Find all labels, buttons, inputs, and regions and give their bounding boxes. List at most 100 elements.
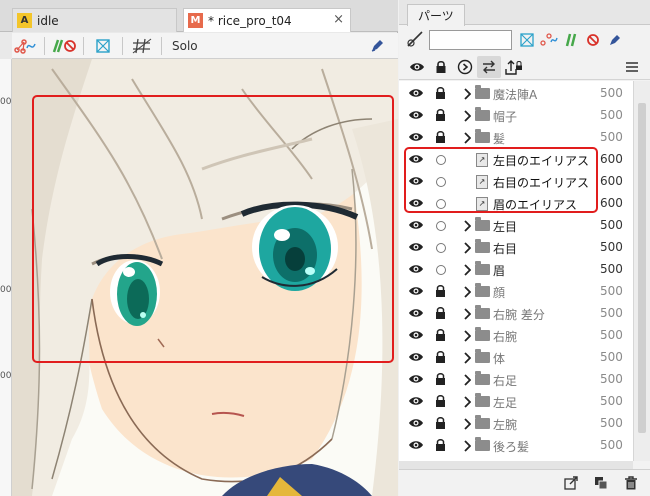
- visibility-eye-icon[interactable]: [408, 417, 424, 432]
- toggle-visibility-button[interactable]: [405, 56, 429, 78]
- parts-list: 魔法陣A 500 帽子 500 髪 500 ↗ 左目のエイリアス 600 ↗ 右目のエイリアス 600…: [399, 81, 633, 461]
- lock-icon[interactable]: [435, 108, 446, 125]
- parts-scrollbar[interactable]: [633, 81, 650, 461]
- visibility-eye-icon[interactable]: [408, 131, 424, 146]
- unlocked-circle-icon[interactable]: [436, 265, 446, 275]
- lock-icon[interactable]: [435, 350, 446, 367]
- glue-button[interactable]: [51, 35, 77, 57]
- folder-icon: [475, 371, 490, 385]
- part-row[interactable]: ↗ 眉のエイリアス 600: [399, 193, 633, 215]
- delete-button[interactable]: [620, 472, 642, 494]
- part-row[interactable]: ↗ 左目のエイリアス 600: [399, 149, 633, 171]
- expand-arrow-icon[interactable]: [463, 440, 472, 455]
- visibility-eye-icon[interactable]: [408, 329, 424, 344]
- visibility-eye-icon[interactable]: [408, 263, 424, 278]
- lock-icon[interactable]: [435, 394, 446, 411]
- part-row[interactable]: 眉 500: [399, 259, 633, 281]
- deform-path-button[interactable]: [12, 35, 38, 57]
- part-row[interactable]: 顔 500: [399, 281, 633, 303]
- lock-icon[interactable]: [435, 328, 446, 345]
- expand-button[interactable]: [453, 56, 477, 78]
- part-row[interactable]: 右腕 500: [399, 325, 633, 347]
- unlocked-circle-icon[interactable]: [436, 155, 446, 165]
- expand-arrow-icon[interactable]: [463, 110, 472, 125]
- lock-icon[interactable]: [435, 438, 446, 455]
- lock-icon[interactable]: [435, 284, 446, 301]
- panel-menu-button[interactable]: [620, 56, 644, 78]
- expand-arrow-icon[interactable]: [463, 396, 472, 411]
- lock-icon[interactable]: [435, 372, 446, 389]
- disable-filter-button[interactable]: [582, 29, 604, 51]
- visibility-eye-icon[interactable]: [408, 285, 424, 300]
- part-value: 600: [600, 196, 623, 210]
- expand-arrow-icon[interactable]: [463, 88, 472, 103]
- mesh-button[interactable]: [90, 35, 116, 57]
- visibility-eye-icon[interactable]: [408, 395, 424, 410]
- part-row[interactable]: 左目 500: [399, 215, 633, 237]
- pen-filter-button[interactable]: [604, 29, 626, 51]
- visibility-eye-icon[interactable]: [408, 175, 424, 190]
- unlocked-circle-icon[interactable]: [436, 199, 446, 209]
- part-name: 魔法陣A: [493, 88, 538, 102]
- expand-arrow-icon[interactable]: [463, 330, 472, 345]
- expand-arrow-icon[interactable]: [463, 132, 472, 147]
- part-row[interactable]: 右腕 差分 500: [399, 303, 633, 325]
- unlocked-circle-icon[interactable]: [436, 243, 446, 253]
- part-row[interactable]: 右目 500: [399, 237, 633, 259]
- part-row[interactable]: ↗ 右目のエイリアス 600: [399, 171, 633, 193]
- filter-icon[interactable]: [406, 30, 424, 48]
- visibility-eye-icon[interactable]: [408, 351, 424, 366]
- horizontal-scrollbar[interactable]: [399, 461, 633, 469]
- swap-button[interactable]: [477, 55, 501, 78]
- tab-idle[interactable]: A idle: [12, 8, 177, 32]
- visibility-eye-icon[interactable]: [408, 219, 424, 234]
- unlocked-circle-icon[interactable]: [436, 221, 446, 231]
- mesh-filter-button[interactable]: [516, 29, 538, 51]
- parts-search-input[interactable]: [429, 30, 512, 50]
- model-canvas[interactable]: [12, 59, 398, 496]
- part-row[interactable]: 右足 500: [399, 369, 633, 391]
- expand-arrow-icon[interactable]: [463, 242, 472, 257]
- glue-filter-button[interactable]: [560, 29, 582, 51]
- expand-arrow-icon[interactable]: [463, 352, 472, 367]
- expand-arrow-icon[interactable]: [463, 418, 472, 433]
- tab-rice-pro[interactable]: M * rice_pro_t04 ×: [183, 8, 351, 32]
- tab-parts[interactable]: パーツ: [407, 4, 465, 26]
- part-name: 後ろ髪: [493, 440, 530, 454]
- pen-button[interactable]: [364, 35, 390, 57]
- part-row[interactable]: 左足 500: [399, 391, 633, 413]
- visibility-eye-icon[interactable]: [408, 153, 424, 168]
- toggle-lock-button[interactable]: [429, 56, 453, 78]
- solo-button[interactable]: Solo: [172, 39, 198, 53]
- part-row[interactable]: 後ろ髪 500: [399, 435, 633, 457]
- visibility-eye-icon[interactable]: [408, 307, 424, 322]
- expand-arrow-icon[interactable]: [463, 286, 472, 301]
- visibility-eye-icon[interactable]: [408, 109, 424, 124]
- expand-arrow-icon[interactable]: [463, 374, 472, 389]
- lock-icon[interactable]: [435, 86, 446, 103]
- part-row[interactable]: 帽子 500: [399, 105, 633, 127]
- visibility-eye-icon[interactable]: [408, 373, 424, 388]
- visibility-eye-icon[interactable]: [408, 197, 424, 212]
- lock-icon[interactable]: [435, 130, 446, 147]
- unlocked-circle-icon[interactable]: [436, 177, 446, 187]
- expand-arrow-icon[interactable]: [463, 308, 472, 323]
- part-row[interactable]: 左腕 500: [399, 413, 633, 435]
- deform-filter-button[interactable]: [538, 29, 560, 51]
- open-external-button[interactable]: [560, 472, 582, 494]
- part-row[interactable]: 髪 500: [399, 127, 633, 149]
- close-tab-icon[interactable]: ×: [333, 12, 344, 27]
- visibility-eye-icon[interactable]: [408, 241, 424, 256]
- export-button[interactable]: [501, 56, 525, 78]
- part-row[interactable]: 魔法陣A 500: [399, 83, 633, 105]
- part-row[interactable]: 体 500: [399, 347, 633, 369]
- expand-arrow-icon[interactable]: [463, 264, 472, 279]
- visibility-eye-icon[interactable]: [408, 439, 424, 454]
- lock-icon[interactable]: [435, 306, 446, 323]
- visibility-eye-icon[interactable]: [408, 87, 424, 102]
- scrollbar-thumb[interactable]: [638, 103, 646, 433]
- lock-icon[interactable]: [435, 416, 446, 433]
- duplicate-button[interactable]: [590, 472, 612, 494]
- grid-button[interactable]: [129, 35, 155, 57]
- expand-arrow-icon[interactable]: [463, 220, 472, 235]
